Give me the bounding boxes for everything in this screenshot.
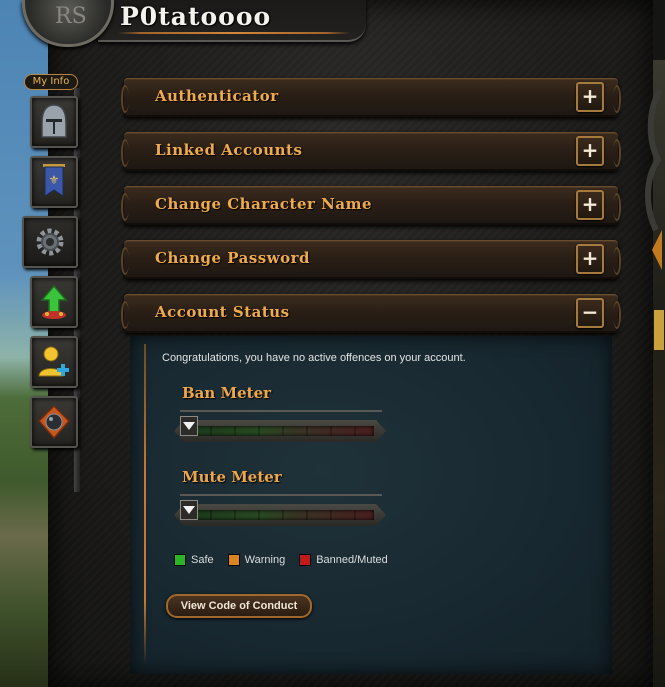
frame-ornament (645, 88, 664, 350)
banned-swatch (299, 554, 312, 566)
panel-divider (144, 344, 146, 664)
nav-item-add-friend[interactable] (30, 336, 78, 388)
safe-swatch (174, 554, 186, 566)
view-code-of-conduct-button[interactable]: View Code of Conduct (166, 594, 312, 618)
collapse-minus-icon[interactable]: − (576, 298, 604, 328)
legend-banned-muted: Banned/Muted (299, 554, 388, 566)
bomb-icon (37, 404, 71, 440)
mute-meter-marker-icon (180, 500, 198, 520)
section-label: Change Character Name (155, 195, 372, 213)
ban-meter-title: Ban Meter (182, 384, 272, 402)
legend-safe: Safe (174, 554, 214, 566)
status-message: Congratulations, you have no active offe… (162, 352, 466, 364)
warning-swatch (227, 554, 240, 566)
account-status-panel: Congratulations, you have no active offe… (130, 336, 612, 674)
banner-icon: ⚜ (43, 164, 65, 197)
nav-item-banner[interactable]: ⚜ (30, 156, 78, 208)
section-label: Authenticator (155, 87, 279, 105)
section-change-character-name[interactable]: Change Character Name + (121, 186, 621, 225)
section-label: Account Status (155, 303, 290, 321)
ban-meter-marker-icon (180, 416, 198, 436)
section-change-password[interactable]: Change Password + (121, 240, 621, 279)
svg-text:⚜: ⚜ (49, 173, 60, 187)
player-name: P0tatoooo (120, 2, 272, 31)
meter-rule (180, 494, 382, 496)
nav-item-settings[interactable] (22, 216, 78, 268)
expand-plus-icon[interactable]: + (576, 190, 604, 220)
nav-item-upgrade[interactable] (30, 276, 78, 328)
meter-legend: Safe Warning Banned/Muted (174, 554, 388, 566)
expand-plus-icon[interactable]: + (576, 244, 604, 274)
section-account-status[interactable]: Account Status − (121, 294, 621, 333)
section-authenticator[interactable]: Authenticator + (121, 78, 621, 117)
nav-item-bomb[interactable] (30, 396, 78, 448)
helmet-icon (41, 104, 67, 138)
legend-label: Safe (191, 554, 214, 566)
expand-plus-icon[interactable]: + (576, 136, 604, 166)
meter-fill (186, 426, 374, 436)
section-linked-accounts[interactable]: Linked Accounts + (121, 132, 621, 171)
add-friend-icon (38, 346, 69, 377)
meter-rule (180, 410, 382, 412)
my-info-label[interactable]: My Info (24, 74, 78, 90)
mute-meter-title: Mute Meter (182, 468, 282, 486)
upgrade-arrow-icon (40, 284, 68, 319)
meter-fill (186, 510, 374, 520)
mute-meter (174, 494, 386, 530)
gear-icon (36, 228, 64, 256)
legend-label: Warning (244, 554, 286, 566)
legend-label: Banned/Muted (316, 554, 388, 566)
expand-plus-icon[interactable]: + (576, 82, 604, 112)
legend-warning: Warning (227, 554, 286, 566)
section-label: Linked Accounts (155, 141, 303, 159)
ban-meter (174, 410, 386, 446)
crest-glyph: RS (55, 4, 87, 29)
nav-item-helmet[interactable] (30, 96, 78, 148)
section-label: Change Password (155, 249, 311, 267)
